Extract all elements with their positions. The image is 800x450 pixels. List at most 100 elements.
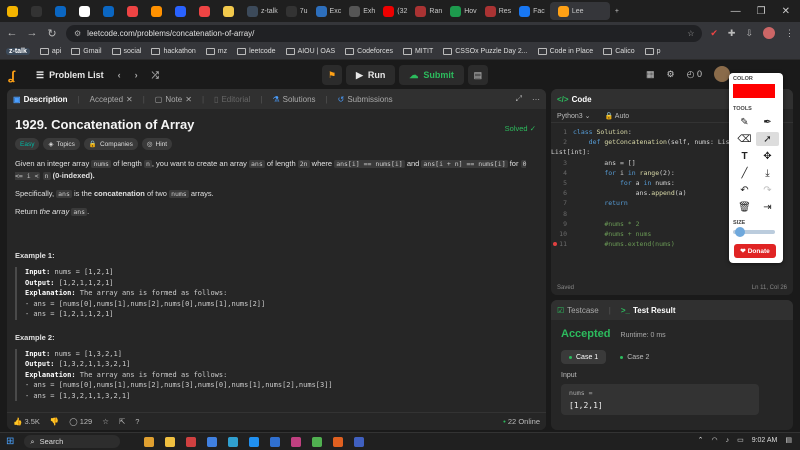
taskbar-app-icon[interactable] bbox=[312, 436, 323, 447]
browser-tab[interactable] bbox=[28, 2, 50, 20]
donate-button[interactable]: ❤ Donate bbox=[734, 244, 776, 258]
taskbar-app-icon[interactable] bbox=[186, 436, 197, 447]
browser-tab[interactable] bbox=[172, 2, 194, 20]
text-icon[interactable]: T bbox=[733, 149, 756, 163]
case-2-tab[interactable]: Case 2 bbox=[612, 350, 657, 364]
browser-tab[interactable]: Exc bbox=[313, 2, 345, 20]
bookmark-item[interactable]: p bbox=[644, 48, 661, 55]
clock[interactable]: 9:02 AM bbox=[752, 437, 778, 444]
pencil-icon[interactable]: ✎ bbox=[733, 115, 756, 129]
settings-icon[interactable]: ⚙ bbox=[667, 69, 675, 80]
browser-tab[interactable] bbox=[100, 2, 122, 20]
browser-tab[interactable] bbox=[52, 2, 74, 20]
browser-tab[interactable] bbox=[220, 2, 242, 20]
tab-submissions[interactable]: ↺ Submissions bbox=[338, 95, 393, 104]
downloads-icon[interactable]: ⇩ bbox=[745, 28, 753, 39]
windows-start-icon[interactable]: ⊞ bbox=[6, 436, 14, 447]
bookmark-item[interactable]: z-talk bbox=[6, 48, 30, 55]
browser-tab[interactable]: Fac bbox=[516, 2, 548, 20]
browser-tab[interactable] bbox=[4, 2, 26, 20]
breakpoint-icon[interactable] bbox=[553, 242, 557, 247]
tab-test-result[interactable]: >_ Test Result bbox=[621, 306, 676, 315]
bookmark-item[interactable]: MITIT bbox=[402, 48, 433, 55]
move-icon[interactable]: ✥ bbox=[756, 149, 779, 163]
trash-icon[interactable]: 🗑 bbox=[733, 200, 756, 214]
bookmark-item[interactable]: CSSOx Puzzle Day 2... bbox=[443, 48, 528, 55]
auto-toggle[interactable]: 🔒 Auto bbox=[605, 112, 630, 120]
tab-editorial[interactable]: ▯ Editorial bbox=[214, 95, 250, 104]
like-button[interactable]: 👍 3.5K bbox=[13, 417, 40, 426]
next-problem-icon[interactable]: › bbox=[135, 70, 138, 80]
bookmark-item[interactable]: hackathon bbox=[151, 48, 196, 55]
browser-tab[interactable]: Hov bbox=[447, 2, 479, 20]
close-tab-icon[interactable]: ✕ bbox=[126, 95, 133, 104]
taskbar-app-icon[interactable] bbox=[333, 436, 344, 447]
bookmark-item[interactable]: Calico bbox=[603, 48, 635, 55]
difficulty-badge[interactable]: Easy bbox=[15, 138, 40, 150]
battery-icon[interactable]: ▭ bbox=[737, 436, 744, 444]
bookmark-item[interactable]: AIOU | OAS bbox=[285, 48, 335, 55]
browser-tab[interactable]: z-talk bbox=[244, 2, 281, 20]
share-icon[interactable]: ⇱ bbox=[119, 417, 125, 426]
taskbar-app-icon[interactable] bbox=[228, 436, 239, 447]
bookmark-item[interactable]: Codeforces bbox=[345, 48, 393, 55]
tab-note[interactable]: ▢ Note ✕ bbox=[155, 95, 192, 104]
browser-tab[interactable]: (32 bbox=[380, 2, 410, 20]
taskbar-app-icon[interactable] bbox=[249, 436, 260, 447]
extensions-puzzle-icon[interactable]: ✚ bbox=[728, 28, 736, 39]
favorite-icon[interactable]: ☆ bbox=[102, 417, 109, 426]
topics-chip[interactable]: ◈ Topics bbox=[43, 138, 80, 150]
comments-button[interactable]: ◯ 129 bbox=[69, 417, 92, 426]
browser-tab[interactable]: Lee bbox=[549, 2, 610, 20]
user-avatar[interactable] bbox=[714, 66, 730, 82]
browser-tab[interactable] bbox=[148, 2, 170, 20]
tray-chevron-icon[interactable]: ⌃ bbox=[698, 436, 704, 444]
wifi-icon[interactable]: ◠ bbox=[711, 436, 717, 444]
tab-testcase[interactable]: ☑ Testcase bbox=[557, 306, 599, 315]
shuffle-icon[interactable]: ⤮ bbox=[152, 70, 159, 81]
debug-icon[interactable]: ⚑ bbox=[322, 65, 342, 85]
close-tab-icon[interactable]: ✕ bbox=[185, 95, 192, 104]
new-tab-button[interactable]: + bbox=[612, 2, 634, 20]
taskbar-app-icon[interactable] bbox=[270, 436, 281, 447]
profile-avatar[interactable] bbox=[763, 27, 775, 39]
tab-accepted[interactable]: Accepted ✕ bbox=[90, 95, 133, 104]
submit-button[interactable]: ☁ Submit bbox=[399, 65, 464, 85]
tab-solutions[interactable]: ⚗ Solutions bbox=[272, 95, 315, 104]
code-tab[interactable]: </> Code bbox=[557, 95, 592, 104]
size-slider[interactable] bbox=[733, 227, 775, 237]
browser-tab[interactable]: Res bbox=[482, 2, 514, 20]
leetcode-logo-icon[interactable]: ʆ bbox=[8, 68, 22, 83]
bookmark-star-icon[interactable]: ☆ bbox=[687, 29, 694, 38]
exit-icon[interactable]: ⇥ bbox=[756, 200, 779, 214]
site-info-icon[interactable]: ⚙ bbox=[74, 29, 81, 38]
notifications-icon[interactable]: ▤ bbox=[785, 436, 792, 444]
extension-icon[interactable]: ✔ bbox=[710, 28, 718, 39]
url-input[interactable]: ⚙ leetcode.com/problems/concatenation-of… bbox=[66, 24, 703, 42]
browser-menu-icon[interactable]: ⋮ bbox=[785, 28, 794, 39]
coins[interactable]: ◴ 0 bbox=[687, 69, 702, 80]
bookmark-item[interactable]: Code in Place bbox=[537, 48, 593, 55]
bookmark-item[interactable]: Gmail bbox=[71, 48, 102, 55]
dislike-icon[interactable]: 👎 bbox=[50, 417, 59, 426]
maximize-icon[interactable]: ❐ bbox=[757, 6, 766, 17]
bookmark-item[interactable]: api bbox=[39, 48, 61, 55]
browser-tab[interactable] bbox=[196, 2, 218, 20]
bookmark-item[interactable]: leetcode bbox=[237, 48, 276, 55]
expand-icon[interactable]: ⤢ bbox=[516, 94, 522, 104]
taskbar-app-icon[interactable] bbox=[207, 436, 218, 447]
download-icon[interactable]: ⤓ bbox=[756, 166, 779, 180]
notes-icon[interactable]: ▤ bbox=[467, 65, 488, 85]
help-icon[interactable]: ? bbox=[135, 417, 139, 426]
taskbar-app-icon[interactable] bbox=[144, 436, 155, 447]
hint-chip[interactable]: ◎ Hint bbox=[141, 138, 173, 150]
more-icon[interactable]: ⋯ bbox=[532, 95, 540, 104]
minimize-icon[interactable]: — bbox=[731, 6, 741, 17]
problem-list-button[interactable]: ☰ Problem List bbox=[36, 70, 104, 81]
browser-tab[interactable]: Ran bbox=[412, 2, 445, 20]
browser-tab[interactable] bbox=[76, 2, 98, 20]
eraser-icon[interactable]: ⌫ bbox=[733, 132, 756, 146]
forward-icon[interactable]: → bbox=[26, 27, 38, 39]
taskbar-app-icon[interactable] bbox=[354, 436, 365, 447]
browser-tab[interactable]: 7u bbox=[283, 2, 311, 20]
